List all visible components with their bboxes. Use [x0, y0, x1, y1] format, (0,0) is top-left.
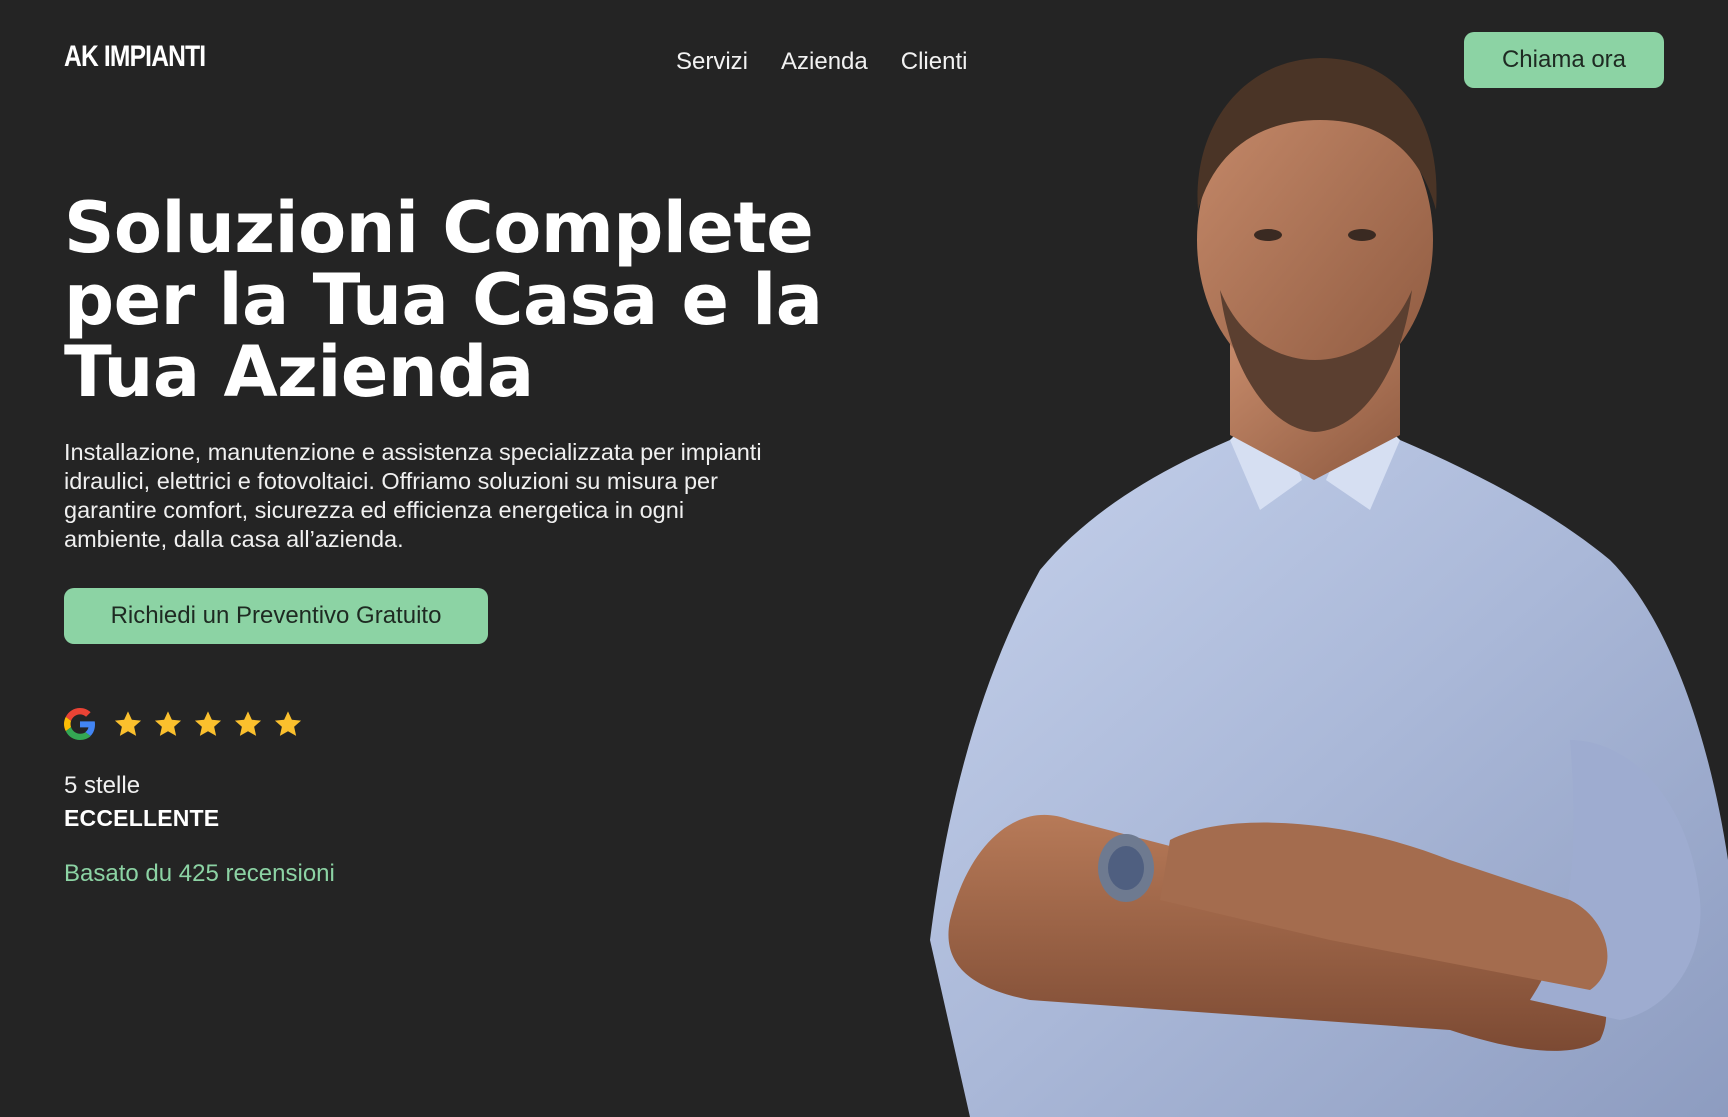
star-icon — [274, 711, 302, 736]
star-icon — [194, 711, 222, 736]
hero-description: Installazione, manutenzione e assistenza… — [64, 439, 762, 552]
request-quote-button[interactable]: Richiedi un Preventivo Gratuito — [64, 588, 488, 644]
nav-item-azienda[interactable]: Azienda — [781, 46, 868, 78]
star-icon — [154, 711, 182, 736]
star-icon — [234, 711, 262, 736]
logo[interactable]: AK IMPIANTI — [64, 40, 206, 74]
google-icon — [64, 708, 95, 740]
star-icon — [114, 711, 142, 736]
hero-title: Soluzioni Complete per la Tua Casa e la … — [64, 187, 823, 413]
reviews-count: Basato du 425 recensioni — [64, 860, 335, 887]
nav-item-servizi[interactable]: Servizi — [676, 46, 748, 78]
rating-label: ECCELLENTE — [64, 805, 220, 831]
portrait-photo — [930, 58, 1728, 1117]
rating-stars-text: 5 stelle — [64, 772, 141, 799]
star-rating — [112, 708, 304, 740]
rating-row — [64, 706, 304, 742]
